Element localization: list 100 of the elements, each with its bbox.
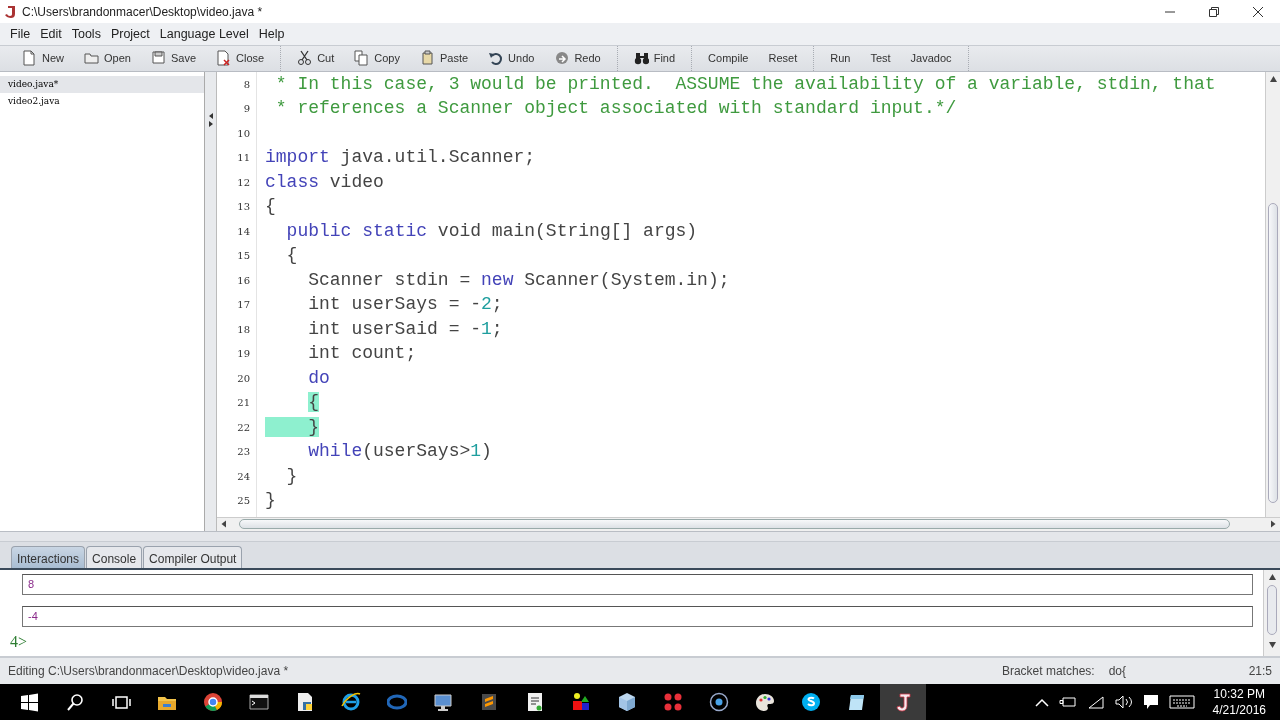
- scroll-left-icon[interactable]: [221, 520, 227, 529]
- line-number: 10: [237, 126, 250, 141]
- toolbar-button[interactable]: Copy: [344, 47, 410, 70]
- toolbar-button[interactable]: Paste: [409, 47, 479, 70]
- globe-e-icon[interactable]: [341, 692, 361, 712]
- taskbar-button[interactable]: [880, 684, 926, 720]
- vertical-scrollbar[interactable]: [1263, 569, 1280, 657]
- prompt-text: 4>: [10, 632, 28, 650]
- document-item[interactable]: video2.java: [0, 92, 204, 110]
- toolbar-button[interactable]: Test: [860, 47, 901, 70]
- dots-icon[interactable]: [663, 692, 683, 712]
- clock-date[interactable]: 4/21/2016: [1212, 702, 1266, 719]
- menu-item[interactable]: Edit: [36, 24, 66, 44]
- pane-tab[interactable]: Compiler Output: [143, 545, 243, 568]
- redo-icon: [554, 50, 570, 67]
- line-number: 20: [237, 371, 250, 386]
- vertical-scrollbar[interactable]: [1265, 71, 1280, 517]
- j-letter-icon[interactable]: [893, 692, 913, 712]
- notepad-icon[interactable]: [847, 692, 867, 712]
- line-number: 24: [237, 469, 250, 484]
- cursor-position: 21:5: [1248, 663, 1272, 681]
- line-number: 16: [237, 273, 250, 288]
- chevron-up-icon[interactable]: [1034, 697, 1049, 707]
- text-editor-icon[interactable]: [479, 692, 499, 712]
- document-icon[interactable]: [295, 692, 315, 712]
- line-number: 22: [237, 420, 250, 435]
- toolbar-button[interactable]: Redo: [544, 47, 611, 70]
- line-number: 23: [237, 445, 250, 460]
- code-line[interactable]: Scanner stdin = new Scanner(System.in);: [265, 269, 730, 290]
- code-line[interactable]: while(userSays>1): [265, 441, 492, 462]
- close-icon: [1253, 6, 1263, 17]
- copy-icon: [354, 50, 370, 67]
- keyboard-icon[interactable]: [1168, 695, 1195, 709]
- code-line[interactable]: do: [265, 367, 330, 388]
- line-number: 11: [237, 151, 250, 166]
- code-line[interactable]: }: [265, 490, 276, 511]
- code-line[interactable]: }: [265, 465, 298, 486]
- menu-item[interactable]: File: [6, 24, 35, 44]
- palette-icon[interactable]: [755, 692, 775, 712]
- circle-dot-icon[interactable]: [709, 692, 729, 712]
- document-item[interactable]: video.java*: [0, 75, 204, 93]
- code-line[interactable]: int userSays = -2;: [265, 294, 503, 315]
- speech-s-icon[interactable]: [801, 692, 821, 712]
- toolbar-button[interactable]: New: [12, 47, 74, 70]
- scroll-right-icon[interactable]: [1270, 520, 1276, 529]
- page-icon[interactable]: [525, 692, 545, 712]
- code-line[interactable]: * references a Scanner object associated with standard input.*/: [265, 98, 957, 119]
- line-number: 13: [237, 200, 250, 215]
- line-number: 15: [237, 249, 250, 264]
- toolbar-button[interactable]: Open: [74, 47, 141, 70]
- toolbar-button[interactable]: Undo: [478, 47, 545, 70]
- code-line[interactable]: * In this case, 3 would be printed. ASSUME the availability of a variable, stdin, that: [265, 73, 1216, 94]
- splitter-arrows-icon[interactable]: [207, 111, 214, 128]
- status-text: Editing C:\Users\brandonmacer\Desktop\video.java *: [8, 663, 289, 681]
- line-number: 25: [237, 494, 250, 509]
- toolbar-button[interactable]: Save: [140, 47, 206, 70]
- scroll-up-icon[interactable]: [1267, 572, 1277, 581]
- monitor-icon[interactable]: [433, 692, 453, 712]
- windows-logo-icon[interactable]: [19, 692, 39, 712]
- toolbar-button[interactable]: Run: [820, 47, 861, 70]
- menu-item[interactable]: Help: [254, 24, 289, 44]
- app-logo-icon: [4, 4, 16, 19]
- menu-item[interactable]: Language Level: [155, 24, 253, 44]
- search-icon[interactable]: [65, 692, 85, 712]
- scroll-down-icon[interactable]: [1267, 640, 1277, 649]
- toolbar-button[interactable]: Close: [206, 47, 275, 70]
- wifi-icon[interactable]: [1086, 695, 1105, 709]
- toolbar-button[interactable]: Find: [623, 47, 686, 70]
- interactions-pane[interactable]: 8 -4 4>: [0, 569, 1263, 657]
- battery-icon[interactable]: [1058, 696, 1077, 708]
- notification-icon[interactable]: [1142, 694, 1159, 710]
- line-number: 12: [237, 175, 250, 190]
- new-file-icon: [22, 50, 37, 67]
- toolbar-button[interactable]: Compile: [698, 47, 759, 70]
- browser-icon[interactable]: [203, 692, 223, 712]
- toolbar-button[interactable]: Cut: [287, 47, 345, 70]
- code-line[interactable]: public static void main(String[] args): [265, 220, 698, 241]
- pane-tab[interactable]: Console: [86, 545, 143, 568]
- toolbar-button[interactable]: Javadoc: [900, 47, 962, 70]
- terminal-icon[interactable]: [249, 692, 269, 712]
- shapes-icon[interactable]: [571, 692, 591, 712]
- toolbar-button[interactable]: Reset: [758, 47, 808, 70]
- cube-icon[interactable]: [617, 692, 637, 712]
- menu-item[interactable]: Project: [106, 24, 154, 44]
- scroll-up-icon[interactable]: [1268, 74, 1278, 83]
- horizontal-scrollbar[interactable]: [217, 516, 1280, 531]
- code-line[interactable]: class video: [265, 171, 384, 192]
- code-line[interactable]: {: [265, 196, 276, 217]
- binoculars-icon: [633, 50, 649, 67]
- code-line[interactable]: {: [265, 392, 320, 413]
- menu-item[interactable]: Tools: [67, 24, 105, 44]
- clipboard-icon: [419, 50, 435, 67]
- code-line[interactable]: int userSaid = -1;: [265, 318, 503, 339]
- code-line[interactable]: import java.util.Scanner;: [265, 147, 536, 168]
- volume-icon[interactable]: [1114, 695, 1133, 709]
- pane-tab[interactable]: Interactions: [11, 545, 86, 568]
- code-line[interactable]: {: [265, 245, 298, 266]
- clock-time[interactable]: 10:32 PM: [1213, 685, 1265, 702]
- code-line[interactable]: int count;: [265, 343, 417, 364]
- window-title: C:\Users\brandonmacer\Desktop\video.java *: [22, 3, 263, 21]
